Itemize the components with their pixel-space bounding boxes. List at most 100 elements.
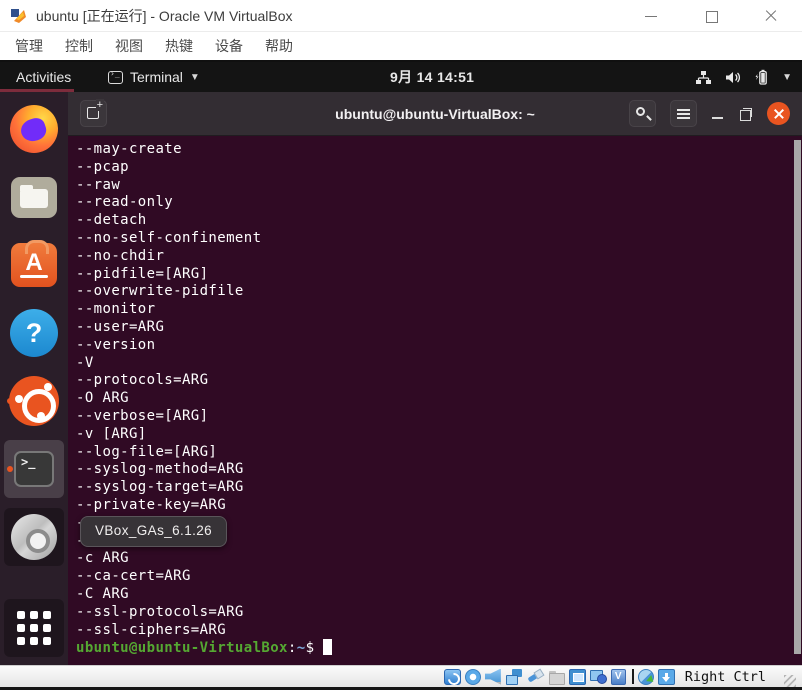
help-glyph: ? <box>25 317 43 348</box>
prompt-path: ~ <box>296 640 306 657</box>
dock-item-optical-disc[interactable] <box>4 508 64 566</box>
menubar-item[interactable]: 管理 <box>4 33 54 59</box>
terminal-output-line: --no-self-confinement <box>76 229 262 246</box>
terminal-close-button[interactable] <box>767 102 790 125</box>
prompt-colon: : <box>287 640 297 657</box>
terminal-output-line: --ssl-ciphers=ARG <box>76 621 227 638</box>
menubar-item[interactable]: 设备 <box>204 33 254 59</box>
running-indicator <box>7 466 13 472</box>
dock-item-ubuntu-desktop[interactable] <box>4 372 64 430</box>
mouse-integration-icon[interactable] <box>637 668 654 685</box>
statusbar-separator <box>631 669 634 684</box>
close-button[interactable] <box>764 9 778 23</box>
terminal-output-line: --private-key=ARG <box>76 496 227 513</box>
terminal-app-icon <box>108 69 123 84</box>
guest-screen: Activities Terminal ▼ 9月 14 14:51 <box>0 62 802 665</box>
host-key-label: Right Ctrl <box>684 668 766 685</box>
features-chip-icon[interactable]: V <box>610 668 626 685</box>
menu-button[interactable] <box>670 100 697 127</box>
keyboard-capture-icon[interactable] <box>657 668 675 685</box>
usb-icon[interactable] <box>527 669 544 685</box>
activities-button[interactable]: Activities <box>0 62 87 92</box>
minimize-button[interactable] <box>644 9 658 23</box>
dock-item-files[interactable] <box>4 168 64 226</box>
dock-item-help[interactable]: ? <box>4 304 64 362</box>
tooltip: VBox_GAs_6.1.26 <box>80 516 228 547</box>
terminal-output-line: --log-file=[ARG] <box>76 443 218 460</box>
new-tab-icon <box>87 99 104 119</box>
terminal-prompt: ubuntu@ubuntu-VirtualBox:~$ <box>76 639 792 658</box>
network-adapters-icon[interactable] <box>505 668 523 685</box>
terminal-output-line: --syslog-target=ARG <box>76 479 244 496</box>
terminal-output-line: --version <box>76 336 156 353</box>
prompt-dollar: $ <box>305 640 315 657</box>
prompt-user-host: ubuntu@ubuntu-VirtualBox <box>76 640 288 657</box>
terminal-output-line: --protocols=ARG <box>76 372 209 389</box>
network-icon <box>696 70 712 84</box>
optical-disc-icon[interactable] <box>464 668 481 685</box>
terminal-output-line: --overwrite-pidfile <box>76 283 244 300</box>
menubar-item[interactable]: 控制 <box>54 33 104 59</box>
statusbar: V Right Ctrl <box>0 665 802 687</box>
search-button[interactable] <box>629 100 656 127</box>
clock[interactable]: 9月 14 14:51 <box>390 62 474 92</box>
terminal-output-line: --may-create <box>76 141 182 157</box>
terminal-headerbar[interactable]: ubuntu@ubuntu-VirtualBox: ~ <box>68 92 802 136</box>
hamburger-icon <box>677 109 690 111</box>
terminal-output-line: --ca-cert=ARG <box>76 568 191 585</box>
window-title: ubuntu [正在运行] - Oracle VM VirtualBox <box>36 7 293 24</box>
ubuntu-software-icon: A <box>11 240 57 287</box>
text-cursor <box>323 639 333 656</box>
terminal-output-line: --no-chdir <box>76 247 165 264</box>
optical-disc-icon <box>11 514 57 560</box>
battery-icon <box>755 69 767 85</box>
terminal-output-line: --read-only <box>76 194 174 211</box>
recording-icon[interactable] <box>589 669 607 685</box>
hard-disk-icon[interactable] <box>443 668 461 685</box>
files-icon <box>11 176 57 218</box>
terminal-minimize-button[interactable] <box>711 107 725 121</box>
virtualbox-app-icon <box>11 8 26 23</box>
ubuntu-logo-icon <box>9 376 59 426</box>
volume-icon <box>726 71 741 83</box>
terminal-window: ubuntu@ubuntu-VirtualBox: ~ --may-create… <box>68 92 802 665</box>
terminal-output-line: --user=ARG <box>76 318 165 335</box>
terminal-icon: >_ <box>14 451 54 487</box>
firefox-icon <box>10 105 58 153</box>
scrollbar[interactable] <box>794 140 801 654</box>
terminal-output-line: --verbose=[ARG] <box>76 407 209 424</box>
virtualbox-window: ubuntu [正在运行] - Oracle VM VirtualBox 管理控… <box>0 0 802 690</box>
titlebar: ubuntu [正在运行] - Oracle VM VirtualBox <box>0 0 802 32</box>
dock-item-ubuntu-software[interactable]: A <box>4 236 64 294</box>
chevron-down-icon: ▼ <box>782 71 792 83</box>
activities-label: Activities <box>16 69 72 85</box>
terminal-output-line: --pcap <box>76 158 129 175</box>
terminal-restore-button[interactable] <box>739 107 753 121</box>
audio-icon[interactable] <box>484 668 501 685</box>
terminal-output-line: --ssl-protocols=ARG <box>76 603 244 620</box>
terminal-output-line: --raw <box>76 176 121 193</box>
dock-item-firefox[interactable] <box>4 100 64 158</box>
help-icon: ? <box>10 309 58 357</box>
resize-grip[interactable] <box>784 675 796 687</box>
terminal-output[interactable]: --may-create --pcap --raw --read-only --deta… <box>68 136 802 665</box>
terminal-output-line: --monitor <box>76 301 156 318</box>
system-tray[interactable]: ▼ <box>695 62 792 92</box>
app-grid-icon <box>15 609 53 647</box>
terminal-output-line: -V <box>76 354 94 371</box>
menubar-item[interactable]: 热键 <box>154 33 204 59</box>
menubar-item[interactable]: 帮助 <box>254 33 304 59</box>
terminal-glyph: >_ <box>21 455 36 469</box>
terminal-output-line: --detach <box>76 212 147 229</box>
display-icon[interactable] <box>568 668 586 685</box>
shared-folders-icon[interactable] <box>548 669 565 685</box>
app-menu-button[interactable]: Terminal ▼ <box>108 62 200 92</box>
terminal-output-line: -O ARG <box>76 390 129 407</box>
maximize-button[interactable] <box>704 9 718 23</box>
gnome-topbar: Activities Terminal ▼ 9月 14 14:51 <box>0 62 802 92</box>
menubar-item[interactable]: 视图 <box>104 33 154 59</box>
new-tab-button[interactable] <box>80 99 107 127</box>
terminal-output-line: -C ARG <box>76 585 129 602</box>
dock-item-show-applications[interactable] <box>4 599 64 657</box>
dock-item-terminal[interactable]: >_ <box>4 440 64 498</box>
